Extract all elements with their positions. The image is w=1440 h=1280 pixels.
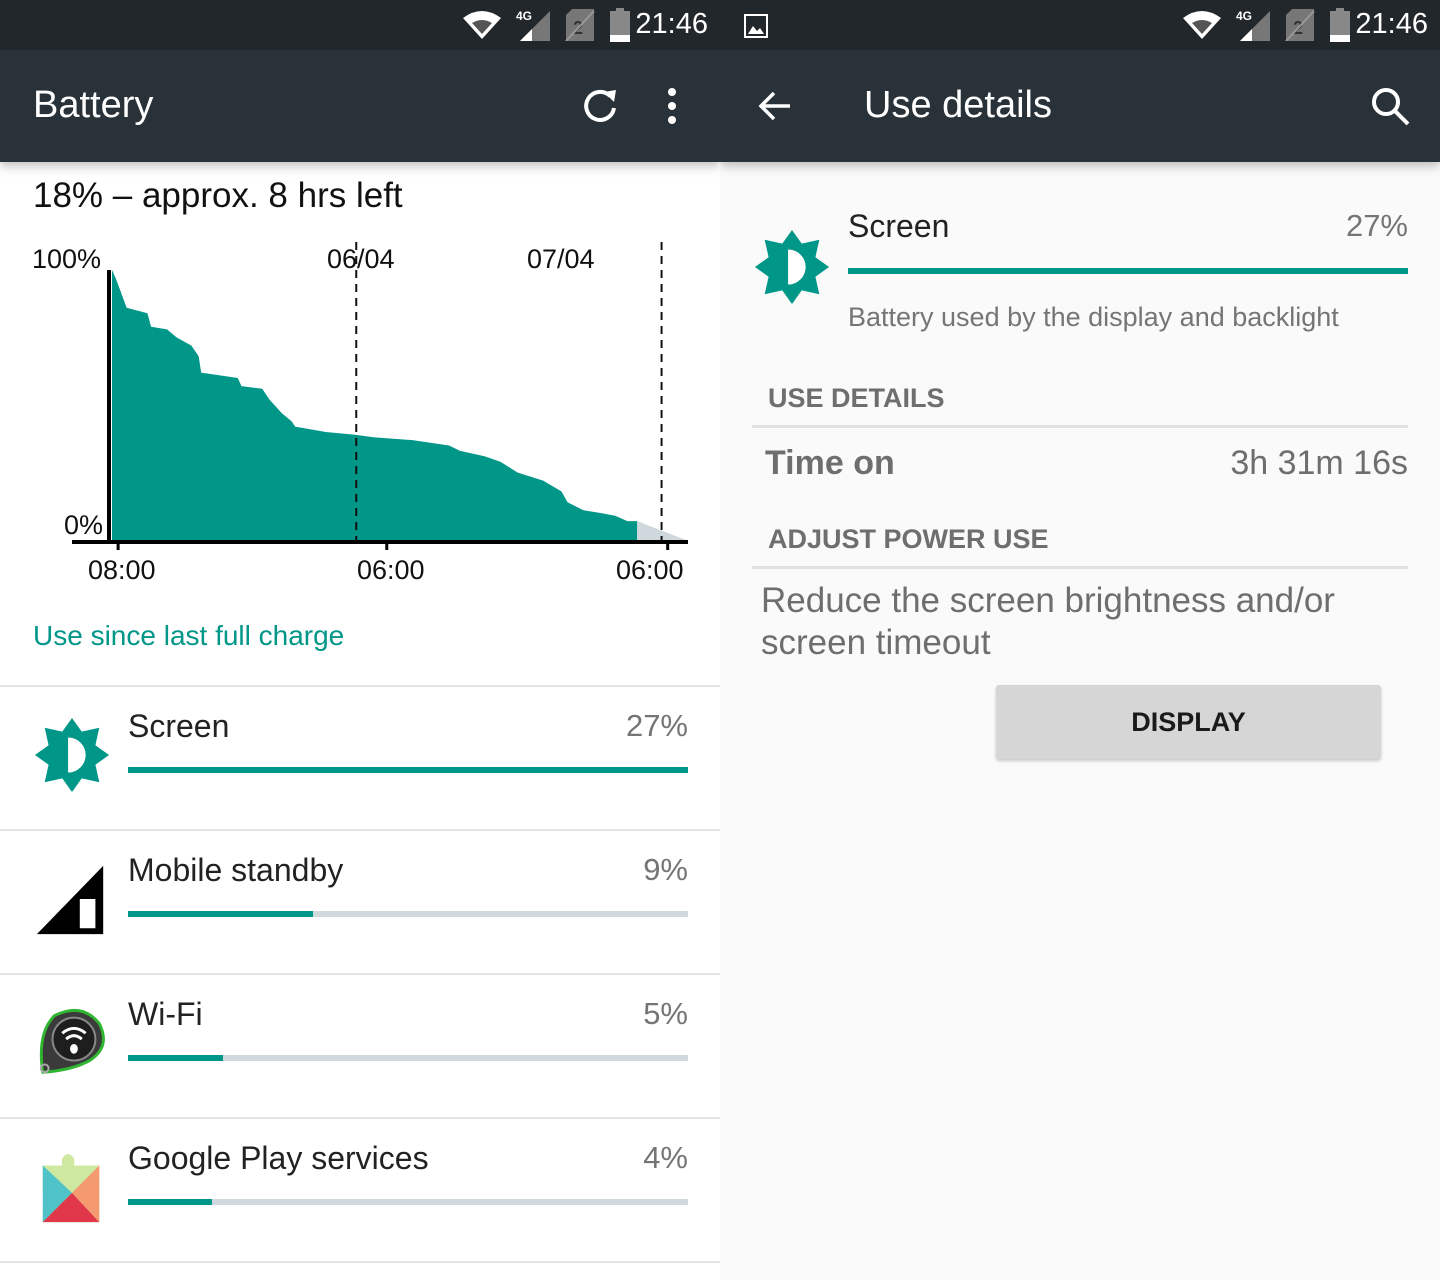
clock: 21:46 (635, 8, 708, 40)
refresh-button[interactable] (578, 84, 622, 128)
battery-level-area (112, 270, 638, 540)
app-bar: Battery (0, 50, 720, 162)
refresh-icon (584, 89, 616, 122)
y-label-max: 100% (32, 244, 102, 274)
usage-bar-fill (128, 1055, 224, 1061)
adjust-power-use-header: ADJUST POWER USE (768, 524, 1049, 554)
usage-bar (128, 767, 688, 773)
status-bar: 4G 2 21:46 (0, 0, 720, 50)
usage-item-google-play-services[interactable]: Google Play services 4% (0, 1118, 720, 1262)
usage-item-mobile-standby[interactable]: Mobile standby 9% (0, 830, 720, 974)
item-percent: 27% (625, 708, 688, 743)
sim2-no-signal-icon: 2 (565, 9, 595, 41)
x-tick-label: 08:00 (88, 555, 156, 585)
brightness-icon (754, 229, 830, 305)
item-name: Screen (128, 708, 230, 744)
wifi-icon (1183, 11, 1221, 39)
divider (752, 566, 1408, 569)
item-percent: 5% (643, 996, 688, 1031)
back-button[interactable] (754, 84, 798, 128)
item-name: Wi-Fi (128, 996, 203, 1032)
clock: 21:46 (1355, 8, 1428, 40)
x-tick-label: 06:00 (616, 555, 684, 585)
display-settings-button[interactable]: DISPLAY (996, 685, 1381, 759)
day-marker-label: 07/04 (527, 244, 595, 274)
battery-history-chart[interactable]: 100% 0% 06/04 07/04 08:00 06:00 06:00 (0, 230, 720, 600)
sim2-no-signal-icon: 2 (1285, 9, 1315, 41)
usage-item-screen[interactable]: Screen 27% (0, 686, 720, 830)
image-icon (744, 14, 768, 38)
usage-bar-fill (128, 1199, 212, 1205)
use-details-header: USE DETAILS (768, 383, 945, 413)
usage-bar-fill (128, 767, 688, 773)
more-options-button[interactable] (650, 84, 694, 128)
chart-canvas (72, 242, 688, 550)
battery-low-icon (1330, 8, 1350, 42)
usage-bar (128, 1055, 688, 1061)
usage-bar (128, 1199, 688, 1205)
signal-4g-icon: 4G (516, 9, 550, 41)
wifi-app-icon (39, 1008, 105, 1074)
page-title: Use details (864, 84, 1052, 126)
brightness-icon (34, 717, 110, 793)
usage-item-wifi[interactable]: Wi-Fi 5% (0, 974, 720, 1118)
cell-signal-icon (36, 865, 104, 935)
play-services-icon (42, 1153, 100, 1223)
day-marker-label: 06/04 (327, 244, 395, 274)
status-bar: 4G 2 21:46 (720, 0, 1440, 50)
item-name: Mobile standby (128, 852, 344, 888)
item-percent: 9% (643, 852, 688, 887)
item-percent: 4% (643, 1140, 688, 1175)
time-on-label: Time on (765, 444, 895, 482)
battery-estimate: 18% – approx. 8 hrs left (33, 176, 403, 215)
usage-bar (128, 911, 688, 917)
battery-low-icon (610, 8, 630, 42)
battery-screen: 4G 2 21:46 Battery 18% – approx. 8 hrs l… (0, 0, 720, 1280)
item-name: Google Play services (128, 1140, 429, 1176)
back-arrow-icon (758, 91, 790, 121)
y-label-min: 0% (64, 510, 104, 540)
page-title: Battery (33, 84, 154, 126)
app-bar: Use details (720, 50, 1440, 162)
divider (0, 1261, 720, 1263)
item-description: Battery used by the display and backligh… (848, 302, 1339, 332)
use-since-full-charge-link[interactable]: Use since last full charge (33, 620, 344, 652)
x-tick-label: 06:00 (357, 555, 425, 585)
item-name: Screen (848, 208, 950, 244)
svg-text:4G: 4G (1236, 9, 1252, 23)
signal-4g-icon: 4G (1236, 9, 1270, 41)
wifi-icon (463, 11, 501, 39)
svg-text:4G: 4G (516, 9, 532, 23)
usage-bar (848, 268, 1408, 274)
search-icon (1372, 88, 1410, 126)
more-vert-icon (668, 88, 676, 124)
item-percent: 27% (1345, 208, 1408, 243)
search-button[interactable] (1368, 84, 1412, 128)
usage-bar-fill (128, 911, 313, 917)
power-advice-text: Reduce the screen brightness and/or scre… (761, 581, 1335, 662)
use-details-screen: 4G 2 21:46 Use details Screen 27% Batter… (720, 0, 1440, 1280)
usage-item-detail: Screen 27% Battery used by the display a… (720, 180, 1440, 360)
divider (752, 425, 1408, 428)
time-on-value: 3h 31m 16s (1230, 444, 1408, 482)
